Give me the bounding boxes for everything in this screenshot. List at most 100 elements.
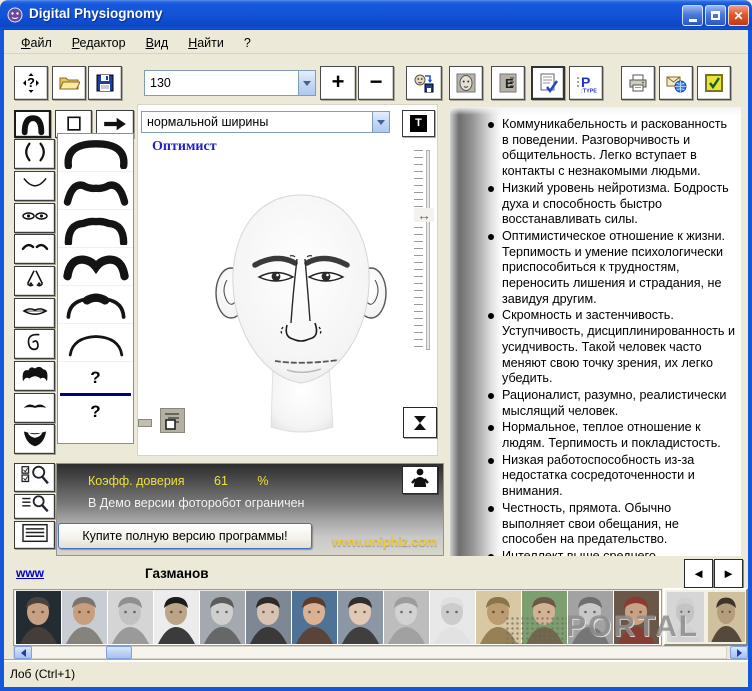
buy-full-version-button[interactable]: Купите полную версию программы! bbox=[58, 523, 312, 549]
psychotype-label: Оптимист bbox=[152, 139, 217, 154]
menu-editor[interactable]: Редактор bbox=[63, 34, 135, 52]
tab-mustache[interactable] bbox=[14, 393, 55, 423]
celebrity-photo[interactable] bbox=[108, 591, 153, 644]
menu-bar: Файл Редактор Вид Найти ? bbox=[4, 32, 748, 54]
search-checkboxes-icon bbox=[19, 463, 51, 492]
search-by-description-button[interactable] bbox=[14, 494, 55, 519]
collapse-panel-button[interactable] bbox=[403, 407, 437, 438]
maximize-button[interactable] bbox=[705, 5, 726, 26]
celebrity-photo[interactable] bbox=[707, 592, 745, 642]
celebrity-photo[interactable] bbox=[200, 591, 245, 644]
svg-text::TYPE: :TYPE bbox=[581, 89, 597, 95]
prev-icon: ◄ bbox=[692, 566, 705, 581]
lips-icon bbox=[18, 299, 52, 328]
export-portrait-button[interactable] bbox=[406, 66, 442, 100]
face-scheme-button[interactable]: T bbox=[402, 110, 435, 137]
status-text: Лоб (Ctrl+1) bbox=[10, 667, 76, 681]
slider-ruler bbox=[414, 150, 423, 350]
zoom-out-button[interactable]: − bbox=[358, 66, 394, 100]
close-icon: ✕ bbox=[733, 8, 744, 23]
celebrity-photo[interactable] bbox=[430, 591, 475, 644]
psychotype-button[interactable]: P:TYPE bbox=[569, 66, 603, 100]
chin-icon bbox=[18, 172, 52, 201]
trait-bullet: Честность, прямота. Обычно выполняет сво… bbox=[486, 501, 736, 548]
demo-note: В Демо версии фоторобот ограничен bbox=[88, 496, 305, 510]
menu-file[interactable]: Файл bbox=[12, 34, 61, 52]
minimize-button[interactable] bbox=[682, 5, 703, 26]
print-button[interactable] bbox=[621, 66, 655, 100]
layout-toggle-button[interactable] bbox=[160, 408, 185, 433]
slider-handle[interactable]: ↔ bbox=[414, 208, 434, 222]
trait-bullet: Низкий уровень нейротизма. Бодрость духа… bbox=[486, 181, 736, 228]
nose-icon bbox=[18, 267, 52, 296]
tab-face-outline[interactable] bbox=[14, 139, 55, 169]
splitter-handle[interactable] bbox=[138, 419, 152, 427]
search-by-traits-button[interactable] bbox=[14, 463, 55, 492]
feature-width-dropdown-arrow[interactable] bbox=[372, 112, 389, 132]
portrait-view-button[interactable] bbox=[449, 66, 483, 100]
open-button[interactable] bbox=[52, 66, 86, 100]
description-button[interactable] bbox=[531, 66, 565, 100]
trait-list: Коммуникабельность и раскованность в пов… bbox=[486, 117, 736, 556]
forehead-variant-unknown[interactable]: ? bbox=[58, 362, 133, 393]
celebrity-photo[interactable] bbox=[292, 591, 337, 644]
photo-scroll-left-button[interactable] bbox=[14, 646, 32, 659]
tab-chin[interactable] bbox=[14, 171, 55, 201]
photo-scroll-right-button[interactable] bbox=[730, 646, 748, 659]
forehead-variant-2[interactable] bbox=[58, 172, 133, 210]
slider-track[interactable] bbox=[426, 150, 430, 350]
window-border-right bbox=[748, 30, 752, 691]
tab-forehead[interactable] bbox=[14, 110, 51, 138]
watermark-dots bbox=[505, 616, 567, 644]
forehead-variant-list: ? ? bbox=[57, 133, 134, 444]
zoom-dropdown-arrow[interactable] bbox=[298, 71, 315, 95]
title-bar: Digital Physiognomy ✕ bbox=[0, 0, 752, 30]
options-button[interactable] bbox=[697, 66, 731, 100]
photofit-mode-button[interactable] bbox=[402, 466, 438, 494]
tab-lips[interactable] bbox=[14, 298, 55, 328]
save-button[interactable] bbox=[88, 66, 122, 100]
ear-icon bbox=[18, 330, 52, 359]
tab-eyebrows[interactable] bbox=[14, 234, 55, 264]
zoom-in-button[interactable]: + bbox=[320, 66, 356, 100]
tab-eyes[interactable] bbox=[14, 203, 55, 233]
tab-ear[interactable] bbox=[14, 329, 55, 359]
hair-icon bbox=[18, 362, 52, 391]
forehead-variant-3[interactable] bbox=[58, 210, 133, 248]
menu-find[interactable]: Найти bbox=[179, 34, 233, 52]
menu-help[interactable]: ? bbox=[235, 34, 260, 52]
tab-hair[interactable] bbox=[14, 361, 55, 391]
celebrity-photo[interactable] bbox=[338, 591, 383, 644]
traits-list-button[interactable]: E bbox=[491, 66, 525, 100]
tab-nose[interactable] bbox=[14, 266, 55, 296]
zoom-combobox[interactable]: 130 bbox=[144, 70, 316, 96]
celebrity-photo[interactable] bbox=[246, 591, 291, 644]
full-description-button[interactable] bbox=[14, 521, 55, 549]
email-button[interactable] bbox=[659, 66, 693, 100]
width-slider[interactable]: ↔ bbox=[412, 150, 434, 350]
celebrity-photo[interactable] bbox=[16, 591, 61, 644]
close-button[interactable]: ✕ bbox=[728, 5, 749, 26]
trait-bullet: Нормальное, теплое отношение к людям. Те… bbox=[486, 420, 736, 451]
random-face-button[interactable]: ? bbox=[14, 66, 48, 100]
photo-scrollbar-thumb[interactable] bbox=[106, 646, 132, 659]
celebrity-photo[interactable] bbox=[154, 591, 199, 644]
forehead-variant-5[interactable] bbox=[58, 286, 133, 324]
gallery-next-button[interactable]: ► bbox=[714, 559, 743, 588]
forehead-variant-1[interactable] bbox=[58, 134, 133, 172]
menu-view[interactable]: Вид bbox=[137, 34, 178, 52]
tab-beard[interactable] bbox=[14, 424, 55, 454]
celebrity-photo[interactable] bbox=[62, 591, 107, 644]
forehead-variant-6[interactable] bbox=[58, 324, 133, 362]
celebrity-photo[interactable] bbox=[384, 591, 429, 644]
window-border-left bbox=[0, 30, 4, 691]
uniphiz-site-link[interactable]: www.uniphiz.com bbox=[332, 535, 437, 549]
photofit-face[interactable] bbox=[187, 175, 415, 443]
forehead-variant-4[interactable] bbox=[58, 248, 133, 286]
feature-width-combobox[interactable]: нормальной ширины bbox=[141, 111, 390, 133]
forehead-variant-unknown-2[interactable]: ? bbox=[58, 396, 133, 427]
www-link[interactable]: www bbox=[16, 566, 44, 580]
mustache-icon bbox=[18, 394, 52, 423]
gallery-prev-button[interactable]: ◄ bbox=[684, 559, 713, 588]
watermark-title: PORTAL bbox=[566, 610, 700, 643]
